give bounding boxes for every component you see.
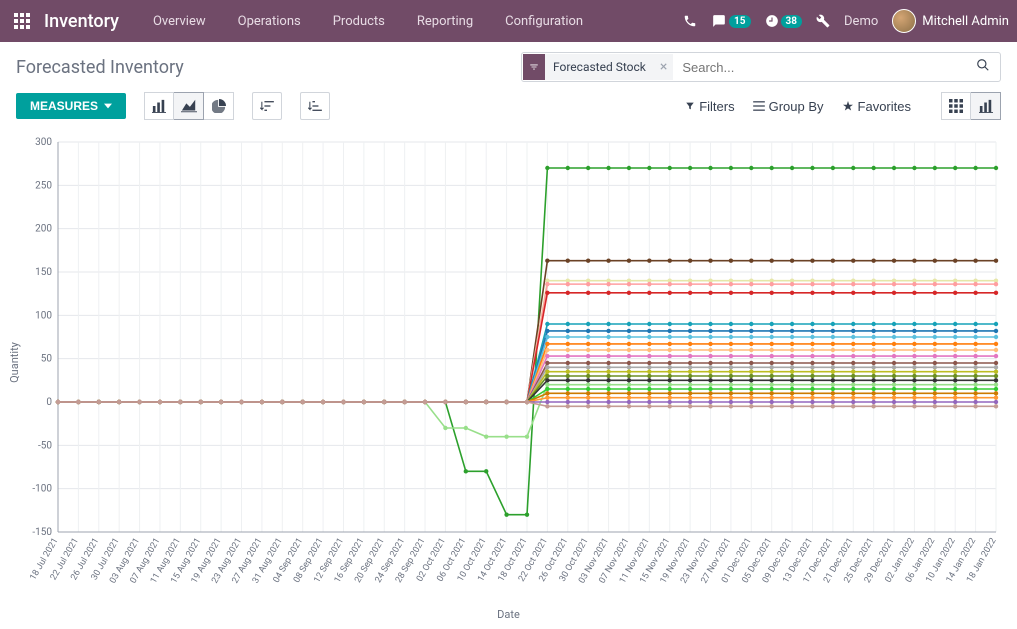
svg-text:100: 100 bbox=[35, 310, 52, 321]
menu-operations[interactable]: Operations bbox=[224, 4, 315, 39]
svg-text:50: 50 bbox=[41, 354, 53, 365]
svg-text:-100: -100 bbox=[32, 484, 52, 495]
filter-group: Filters Group By Favorites bbox=[685, 99, 911, 114]
favorites-button[interactable]: Favorites bbox=[842, 99, 911, 114]
line-chart-icon bbox=[181, 99, 197, 113]
caret-down-icon bbox=[104, 102, 112, 110]
phone-icon bbox=[683, 14, 697, 28]
control-row: Forecasted Inventory Forecasted Stock × bbox=[0, 42, 1017, 88]
sort-group-2 bbox=[300, 92, 330, 120]
graph-view-button[interactable] bbox=[971, 92, 1001, 120]
sort-group bbox=[252, 92, 282, 120]
search-icon bbox=[976, 58, 990, 72]
search-facet: Forecasted Stock × bbox=[523, 54, 673, 80]
activities-badge: 38 bbox=[781, 15, 802, 28]
groupby-button[interactable]: Group By bbox=[753, 99, 824, 114]
measures-label: MEASURES bbox=[30, 99, 98, 113]
app-title[interactable]: Inventory bbox=[44, 11, 119, 32]
demo-label[interactable]: Demo bbox=[844, 14, 878, 29]
svg-text:200: 200 bbox=[35, 224, 52, 235]
top-nav: Inventory Overview Operations Products R… bbox=[0, 0, 1017, 42]
activities-button[interactable]: 38 bbox=[765, 14, 802, 28]
menu-overview[interactable]: Overview bbox=[139, 4, 220, 39]
chart-container: Quantity -150-100-5005010015020025030018… bbox=[0, 130, 1017, 629]
main-menu: Overview Operations Products Reporting C… bbox=[139, 4, 597, 39]
user-menu[interactable]: Mitchell Admin bbox=[892, 9, 1009, 33]
svg-text:300: 300 bbox=[35, 137, 52, 148]
svg-text:250: 250 bbox=[35, 180, 52, 191]
measures-button[interactable]: MEASURES bbox=[16, 93, 126, 119]
avatar bbox=[892, 9, 916, 33]
clock-icon bbox=[765, 14, 779, 28]
phone-button[interactable] bbox=[683, 14, 697, 28]
facet-remove[interactable]: × bbox=[654, 59, 673, 75]
graph-icon bbox=[979, 99, 993, 113]
pivot-view-button[interactable] bbox=[941, 92, 971, 120]
chart-type-group bbox=[144, 92, 234, 120]
svg-text:150: 150 bbox=[35, 267, 52, 278]
favorites-label: Favorites bbox=[858, 99, 911, 114]
svg-text:-150: -150 bbox=[32, 527, 52, 538]
menu-configuration[interactable]: Configuration bbox=[491, 4, 597, 39]
list-icon bbox=[753, 101, 765, 111]
chat-icon bbox=[711, 14, 727, 28]
bar-chart-icon bbox=[152, 99, 166, 113]
funnel-icon bbox=[685, 101, 695, 111]
sort-asc-icon bbox=[308, 100, 322, 112]
svg-text:0: 0 bbox=[46, 397, 52, 408]
toolbar: MEASURES Filters Group By bbox=[0, 88, 1017, 130]
groupby-label: Group By bbox=[769, 99, 824, 114]
debug-button[interactable] bbox=[816, 14, 830, 28]
messages-badge: 15 bbox=[729, 15, 750, 28]
page-title: Forecasted Inventory bbox=[16, 57, 184, 78]
pivot-icon bbox=[949, 99, 963, 113]
pie-chart-icon bbox=[212, 99, 226, 113]
search-bar[interactable]: Forecasted Stock × bbox=[521, 52, 1001, 82]
search-input[interactable] bbox=[674, 56, 966, 79]
x-axis-label: Date bbox=[12, 608, 1005, 621]
bar-chart-button[interactable] bbox=[144, 92, 174, 120]
line-chart[interactable]: -150-100-5005010015020025030018 Jul 2021… bbox=[12, 134, 1002, 604]
star-icon bbox=[842, 100, 854, 112]
sort-asc-button[interactable] bbox=[300, 92, 330, 120]
messages-button[interactable]: 15 bbox=[711, 14, 750, 28]
menu-products[interactable]: Products bbox=[319, 4, 399, 39]
y-axis-label: Quantity bbox=[8, 342, 21, 383]
filter-icon bbox=[523, 54, 545, 80]
wrench-icon bbox=[816, 14, 830, 28]
search-button[interactable] bbox=[966, 58, 1000, 76]
svg-text:-50: -50 bbox=[38, 440, 52, 451]
user-name: Mitchell Admin bbox=[922, 14, 1009, 29]
filters-label: Filters bbox=[699, 99, 734, 114]
view-switcher bbox=[941, 92, 1001, 120]
apps-grid-icon bbox=[14, 13, 30, 29]
facet-label: Forecasted Stock bbox=[545, 60, 654, 74]
apps-menu-button[interactable] bbox=[8, 7, 36, 35]
line-chart-button[interactable] bbox=[174, 92, 204, 120]
sort-desc-button[interactable] bbox=[252, 92, 282, 120]
filters-button[interactable]: Filters bbox=[685, 99, 734, 114]
pie-chart-button[interactable] bbox=[204, 92, 234, 120]
sort-desc-icon bbox=[260, 100, 274, 112]
menu-reporting[interactable]: Reporting bbox=[403, 4, 487, 39]
